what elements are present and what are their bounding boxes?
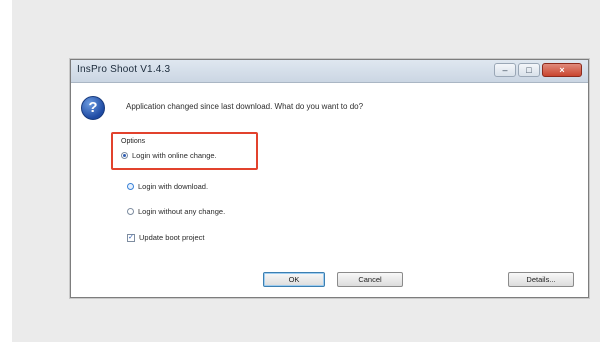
update-boot-project[interactable]: ✓ Update boot project [127, 233, 204, 242]
option-login-no-change[interactable]: Login without any change. [127, 207, 225, 216]
minimize-button[interactable]: – [494, 63, 516, 77]
maximize-button[interactable]: □ [518, 63, 540, 77]
option-label: Login with download. [138, 182, 209, 191]
title-bar[interactable]: InsPro Shoot V1.4.3 – □ × [71, 60, 588, 83]
option-label: Login with online change. [132, 151, 217, 160]
window-title: InsPro Shoot V1.4.3 [77, 64, 171, 75]
details-button[interactable]: Details... [508, 272, 574, 287]
cancel-button[interactable]: Cancel [337, 272, 403, 287]
dialog-body: ? Application changed since last downloa… [71, 83, 588, 297]
radio-icon[interactable] [127, 208, 134, 215]
option-login-download[interactable]: Login with download. [127, 182, 208, 191]
question-icon: ? [81, 96, 105, 120]
options-title: Options [121, 138, 146, 145]
login-dialog: InsPro Shoot V1.4.3 – □ × ? Application … [70, 59, 589, 298]
option-login-online-change[interactable]: Login with online change. [121, 151, 217, 160]
close-button[interactable]: × [542, 63, 582, 77]
options-group-highlight: Options Login with online change. [111, 132, 258, 170]
left-margin [0, 0, 12, 342]
ok-button[interactable]: OK [263, 272, 325, 287]
dialog-message: Application changed since last download.… [126, 102, 364, 111]
option-label: Login without any change. [138, 207, 226, 216]
checkbox-checked-icon[interactable]: ✓ [127, 233, 135, 242]
radio-icon[interactable] [127, 183, 134, 190]
window-controls: – □ × [494, 63, 582, 78]
radio-selected-icon[interactable] [121, 152, 128, 159]
checkbox-label: Update boot project [139, 233, 205, 242]
